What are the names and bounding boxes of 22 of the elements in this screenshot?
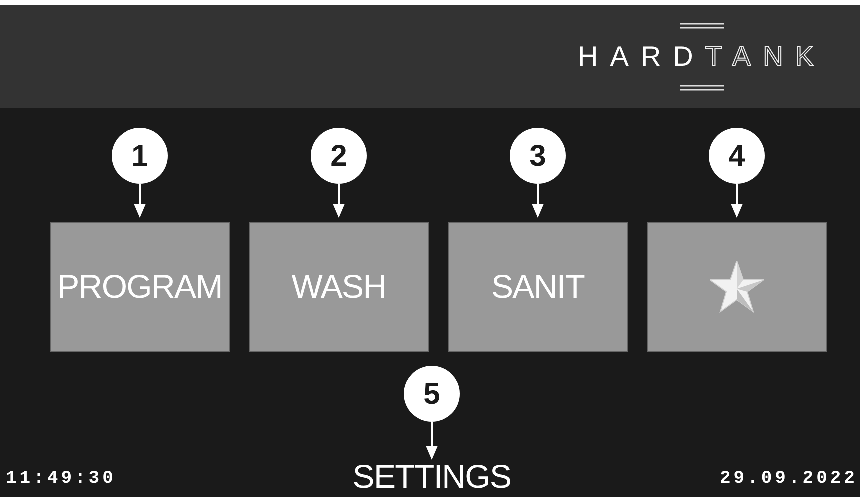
arrow-icon bbox=[424, 422, 439, 460]
double-line-icon bbox=[680, 84, 724, 90]
arrow-icon bbox=[531, 184, 545, 218]
date-text: 29.09.2022 bbox=[718, 468, 858, 491]
double-line-icon bbox=[680, 22, 724, 28]
callout-badge: 1 bbox=[112, 128, 168, 184]
callout-badge: 5 bbox=[404, 366, 460, 422]
arrow-icon bbox=[730, 184, 744, 218]
menu-tile[interactable]: WASH bbox=[249, 222, 429, 352]
favorites-tile[interactable] bbox=[647, 222, 827, 352]
logo-text: HARD bbox=[578, 42, 706, 70]
callout-badge: 2 bbox=[311, 128, 367, 184]
settings-button[interactable]: SETTINGS bbox=[352, 460, 512, 493]
menu-tile[interactable]: PROGRAM bbox=[50, 222, 230, 352]
callout-badge: 4 bbox=[709, 128, 765, 184]
clock-time: 11:49:30 bbox=[6, 468, 118, 491]
star-icon bbox=[710, 261, 764, 313]
logo-text: TANK bbox=[705, 42, 826, 70]
arrow-icon bbox=[133, 184, 147, 218]
arrow-icon bbox=[332, 184, 346, 218]
menu-tile[interactable]: SANIT bbox=[448, 222, 628, 352]
callout-badge: 3 bbox=[510, 128, 566, 184]
